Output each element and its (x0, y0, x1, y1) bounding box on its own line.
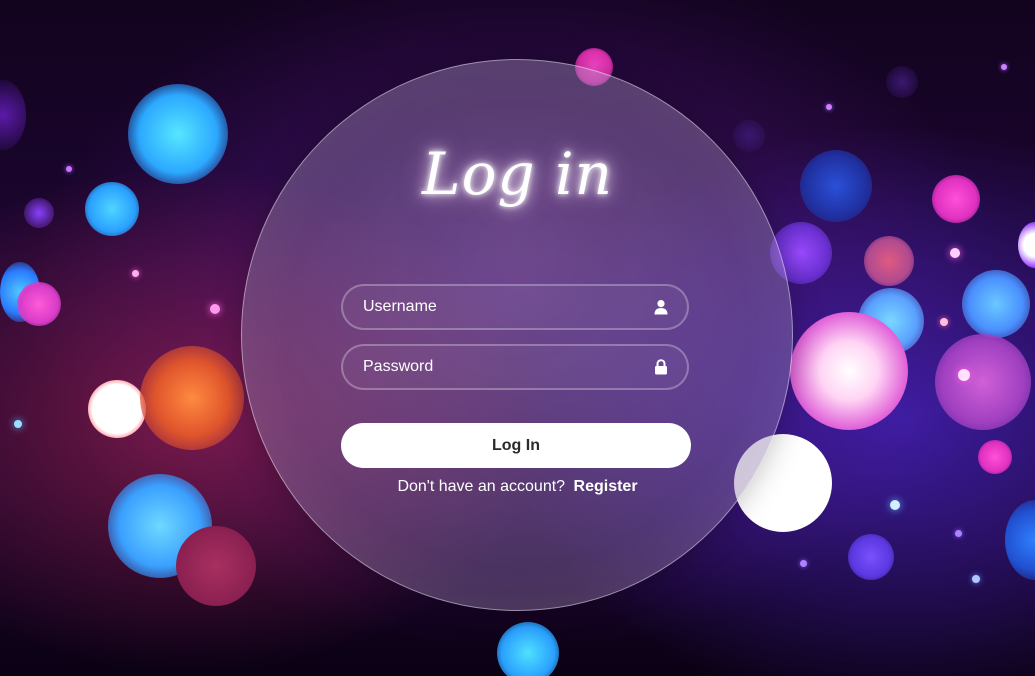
bokeh-light (890, 500, 900, 510)
bokeh-light (886, 66, 918, 98)
bokeh-light (826, 104, 832, 110)
lock-icon (653, 359, 669, 375)
bokeh-light (88, 380, 146, 438)
password-input[interactable] (363, 346, 643, 388)
username-field[interactable] (341, 284, 689, 330)
bokeh-light (1005, 500, 1035, 580)
bokeh-light (800, 560, 807, 567)
bokeh-light (972, 575, 980, 583)
bokeh-light (935, 334, 1031, 430)
bokeh-light (955, 530, 962, 537)
register-prompt: Don't have an account? Register (0, 478, 1035, 496)
register-link[interactable]: Register (574, 478, 638, 495)
bokeh-light (790, 312, 908, 430)
bokeh-light (14, 420, 22, 428)
user-icon (653, 299, 669, 315)
bokeh-light (950, 248, 960, 258)
bokeh-light (940, 318, 948, 326)
bokeh-light (17, 282, 61, 326)
bokeh-light (210, 304, 220, 314)
bokeh-light (176, 526, 256, 606)
bokeh-light (132, 270, 139, 277)
bokeh-light (1001, 64, 1007, 70)
bokeh-light (962, 270, 1030, 338)
bokeh-light (978, 440, 1012, 474)
login-title: Log in (422, 140, 613, 208)
login-button[interactable]: Log In (341, 423, 691, 468)
login-page: Log in Log In Don't have an account? Reg… (0, 0, 1035, 676)
bokeh-light (864, 236, 914, 286)
bokeh-light (848, 534, 894, 580)
bokeh-light (140, 346, 244, 450)
password-field[interactable] (341, 344, 689, 390)
bokeh-light (497, 622, 559, 676)
username-input[interactable] (363, 286, 643, 328)
bokeh-light (958, 369, 970, 381)
bokeh-light (1018, 222, 1035, 268)
register-prompt-text: Don't have an account? (397, 478, 566, 495)
